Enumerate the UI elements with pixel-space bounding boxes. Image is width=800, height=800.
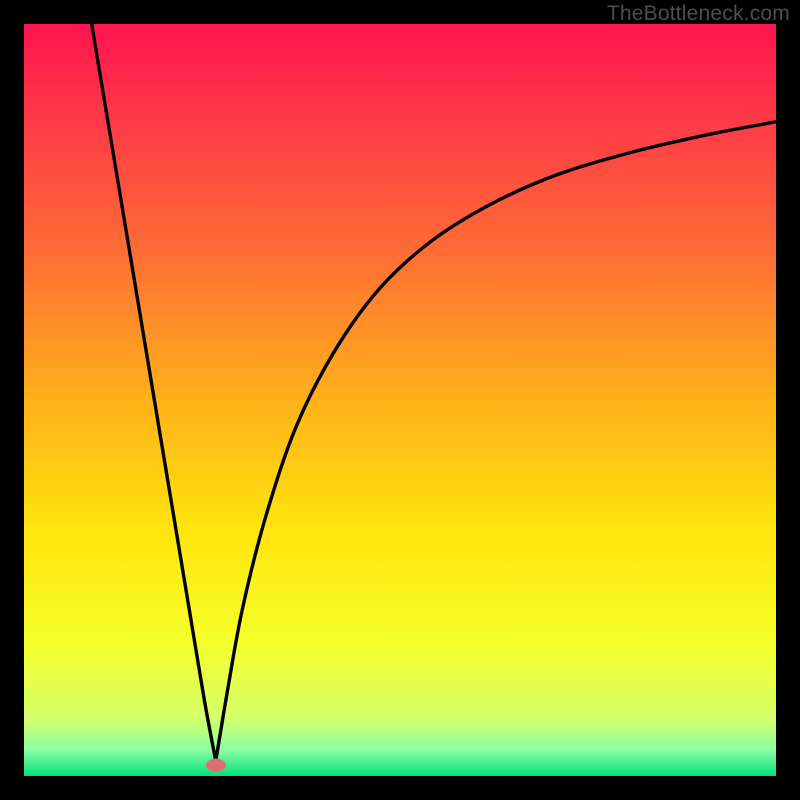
attribution-text: TheBottleneck.com: [607, 2, 790, 26]
curve-left-branch: [92, 24, 216, 761]
minimum-marker-icon: [206, 758, 226, 771]
plot-area: [24, 24, 776, 776]
bottleneck-curve: [24, 24, 776, 776]
chart-frame: TheBottleneck.com: [0, 0, 800, 800]
curve-right-branch: [216, 122, 776, 761]
